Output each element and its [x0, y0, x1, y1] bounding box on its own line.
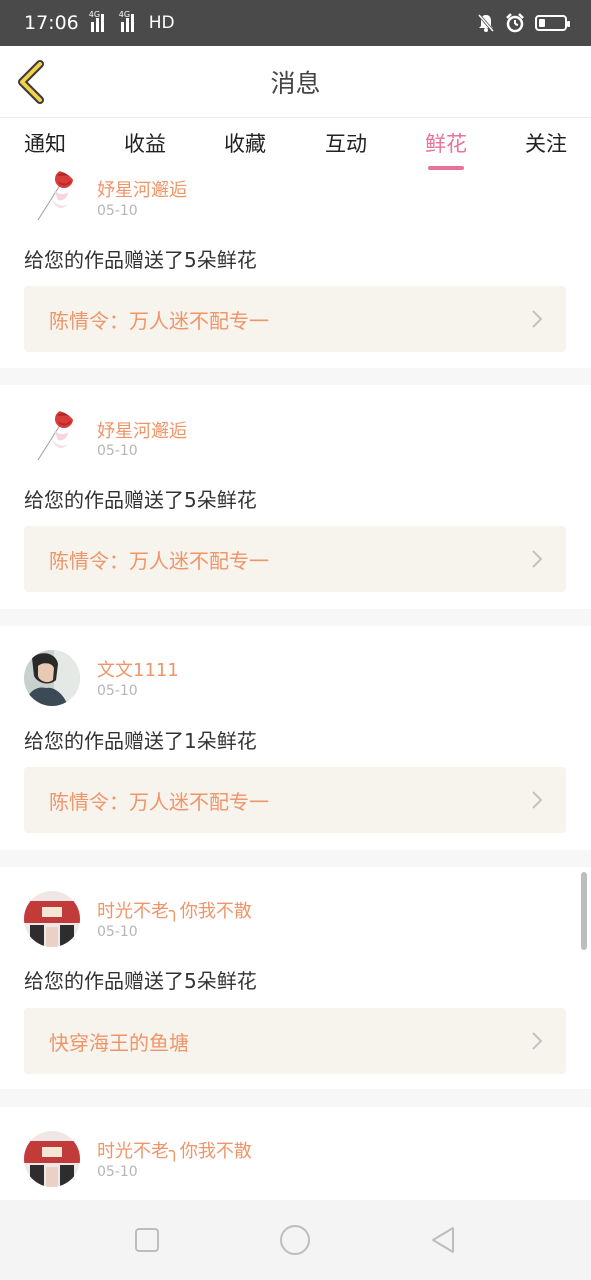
sender-name[interactable]: 时光不老╮你我不散	[97, 897, 252, 923]
rose-avatar	[24, 170, 80, 226]
square-icon[interactable]	[129, 1222, 165, 1258]
message-date: 05-10	[97, 1164, 138, 1180]
red-photo-avatar	[24, 891, 80, 947]
work-title: 陈情令：万人迷不配专一	[49, 789, 269, 814]
message-card: 时光不老╮你我不散 05-10	[0, 1107, 591, 1200]
message-date: 05-10	[97, 683, 138, 699]
chevron-right-icon	[532, 310, 543, 328]
gift-message: 给您的作品赠送了5朵鲜花	[24, 969, 257, 993]
work-link[interactable]: 陈情令：万人迷不配专一	[24, 526, 566, 592]
page-title: 消息	[270, 68, 321, 98]
work-link[interactable]: 陈情令：万人迷不配专一	[24, 767, 566, 833]
sender-name[interactable]: 妤星河邂逅	[97, 176, 187, 202]
scrollbar[interactable]	[581, 872, 587, 950]
header: 消息	[0, 46, 591, 118]
message-card: 妤星河邂逅 05-10 给您的作品赠送了5朵鲜花 陈情令：万人迷不配专一	[0, 170, 591, 368]
message-date: 05-10	[97, 443, 138, 459]
status-left: 17:06 4G 4G HD	[24, 10, 175, 34]
battery-icon	[535, 15, 570, 31]
signal-icon: 4G	[89, 10, 109, 32]
message-date: 05-10	[97, 203, 138, 219]
message-card: 文文1111 05-10 给您的作品赠送了1朵鲜花 陈情令：万人迷不配专一	[0, 626, 591, 850]
chevron-right-icon	[532, 791, 543, 809]
gift-message: 给您的作品赠送了5朵鲜花	[24, 488, 257, 512]
status-time: 17:06	[24, 12, 79, 34]
tab-bar: 通知 收益 收藏 互动 鲜花 关注	[0, 118, 591, 170]
back-chevron-icon[interactable]	[14, 60, 58, 104]
tab-label: 收益	[124, 132, 166, 156]
work-title: 陈情令：万人迷不配专一	[49, 308, 269, 333]
sender-name[interactable]: 妤星河邂逅	[97, 417, 187, 443]
hd-label: HD	[148, 13, 175, 33]
work-title: 快穿海王的鱼塘	[49, 1030, 189, 1055]
tab-label: 收藏	[224, 132, 266, 156]
gift-message: 给您的作品赠送了1朵鲜花	[24, 729, 257, 753]
circle-icon[interactable]	[277, 1222, 313, 1258]
message-card: 妤星河邂逅 05-10 给您的作品赠送了5朵鲜花 陈情令：万人迷不配专一	[0, 385, 591, 609]
tab-favorites[interactable]: 收藏	[224, 128, 266, 158]
status-right	[477, 13, 570, 33]
triangle-back-icon[interactable]	[425, 1222, 461, 1258]
tab-following[interactable]: 关注	[525, 128, 567, 158]
work-title: 陈情令：万人迷不配专一	[49, 548, 269, 573]
tab-interaction[interactable]: 互动	[325, 128, 367, 158]
rose-avatar	[24, 410, 80, 466]
sender-name[interactable]: 文文1111	[97, 656, 179, 682]
red-photo-avatar	[24, 1131, 80, 1187]
tab-flowers[interactable]: 鲜花	[425, 128, 467, 170]
tab-label: 关注	[525, 132, 567, 156]
notification-off-icon	[477, 14, 495, 32]
message-card: 时光不老╮你我不散 05-10 给您的作品赠送了5朵鲜花 快穿海王的鱼塘	[0, 867, 591, 1089]
message-date: 05-10	[97, 924, 138, 940]
alarm-icon	[506, 13, 524, 33]
signal-label: 4G	[88, 10, 101, 19]
person-avatar	[24, 650, 80, 706]
status-bar: 17:06 4G 4G HD	[0, 0, 591, 46]
chevron-right-icon	[532, 1032, 543, 1050]
tab-notification[interactable]: 通知	[24, 128, 66, 158]
tab-label: 互动	[325, 132, 367, 156]
work-link[interactable]: 快穿海王的鱼塘	[24, 1008, 566, 1074]
chevron-right-icon	[532, 550, 543, 568]
tab-label: 鲜花	[425, 132, 467, 156]
tab-label: 通知	[24, 132, 66, 156]
signal-icon: 4G	[119, 10, 139, 32]
tab-earnings[interactable]: 收益	[124, 128, 166, 158]
message-list[interactable]: 妤星河邂逅 05-10 给您的作品赠送了5朵鲜花 陈情令：万人迷不配专一 妤星河…	[0, 170, 591, 1200]
work-link[interactable]: 陈情令：万人迷不配专一	[24, 286, 566, 352]
sender-name[interactable]: 时光不老╮你我不散	[97, 1137, 252, 1163]
gift-message: 给您的作品赠送了5朵鲜花	[24, 248, 257, 272]
signal-label: 4G	[118, 10, 131, 19]
system-nav-bar	[0, 1200, 591, 1280]
